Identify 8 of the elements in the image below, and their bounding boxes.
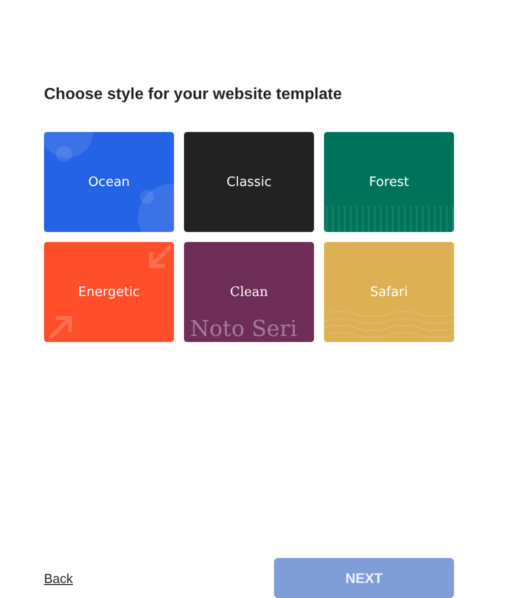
style-tile[interactable]: Energetic (44, 242, 174, 342)
page-heading: Choose style for your website template (44, 86, 343, 104)
back-link[interactable]: Back (44, 570, 73, 586)
style-tile[interactable]: Forest (324, 132, 454, 232)
style-tile[interactable]: Classic (184, 132, 314, 232)
style-tile[interactable]: Clean Noto Seri (184, 242, 314, 342)
watermark-text: Noto Seri (190, 319, 298, 341)
style-tile[interactable]: Ocean (44, 132, 174, 232)
